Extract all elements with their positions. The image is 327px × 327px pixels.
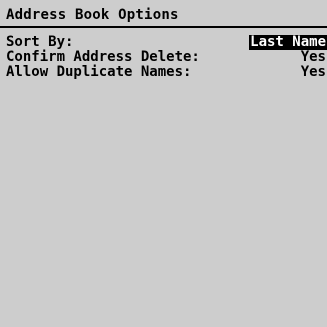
option-row-confirm-address-delete[interactable]: Confirm Address Delete: Yes (0, 50, 327, 65)
option-label-sort-by: Sort By: (6, 34, 74, 50)
option-label-allow-duplicate-names: Allow Duplicate Names: (6, 64, 192, 80)
confirm-address-delete-value[interactable]: Yes (300, 50, 327, 65)
option-row-sort-by[interactable]: Sort By: Last Name (0, 35, 327, 50)
title-bar: Address Book Options (0, 0, 327, 28)
sort-by-value[interactable]: Last Name (249, 35, 327, 50)
option-label-confirm-address-delete: Confirm Address Delete: (6, 49, 200, 65)
page-title: Address Book Options (6, 7, 179, 23)
options-list: Sort By: Last Name Confirm Address Delet… (0, 35, 327, 80)
option-row-allow-duplicate-names[interactable]: Allow Duplicate Names: Yes (0, 65, 327, 80)
allow-duplicate-names-value[interactable]: Yes (300, 65, 327, 80)
